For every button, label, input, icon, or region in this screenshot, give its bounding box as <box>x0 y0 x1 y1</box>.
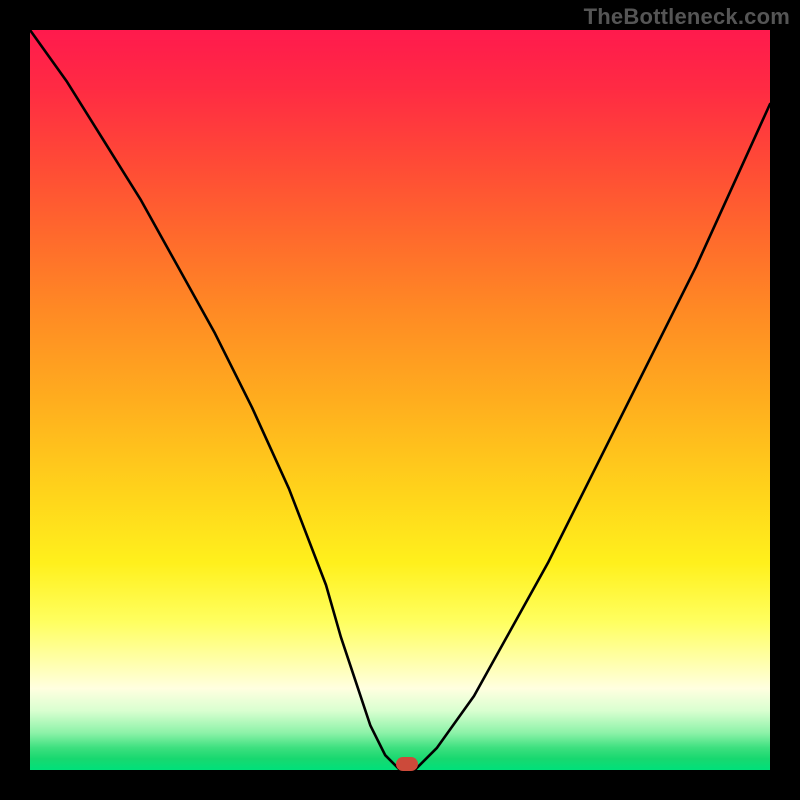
chart-frame: TheBottleneck.com <box>0 0 800 800</box>
bottleneck-curve <box>30 30 770 770</box>
optimal-point-marker <box>396 757 418 771</box>
watermark-text: TheBottleneck.com <box>584 4 790 30</box>
chart-plot-area <box>30 30 770 770</box>
